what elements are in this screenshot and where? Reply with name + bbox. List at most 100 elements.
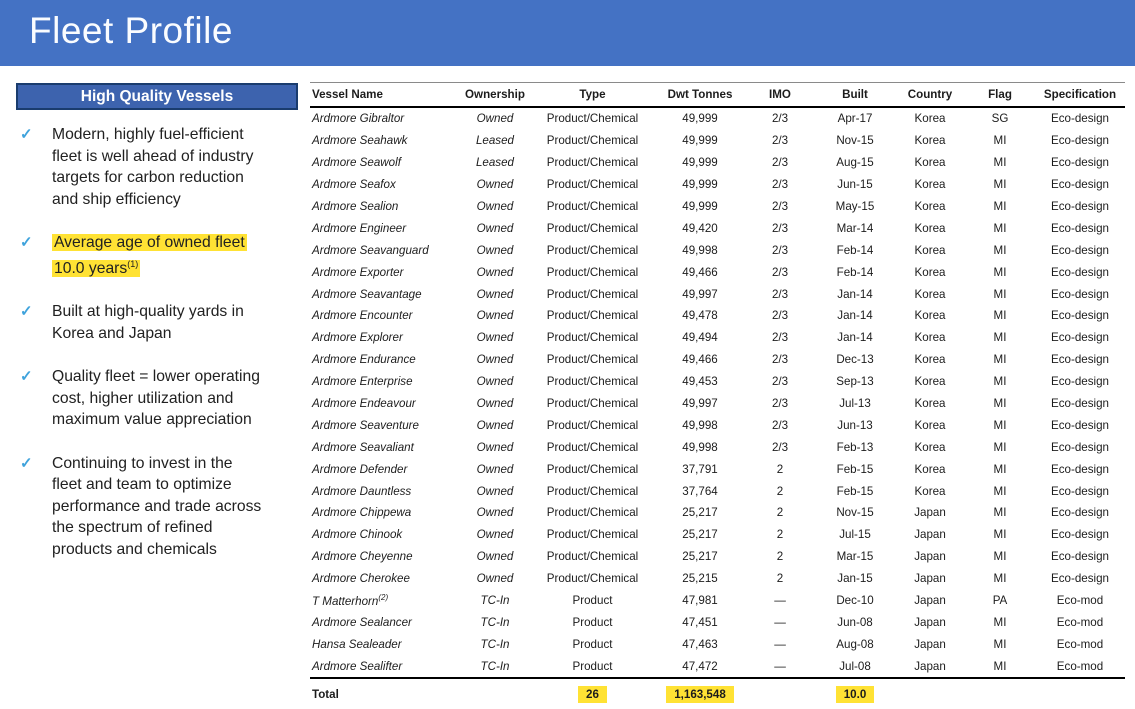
cell-flag: MI [993, 506, 1007, 520]
cell-country: Japan [914, 572, 946, 586]
cell-built: Jul-15 [839, 528, 871, 542]
cell-imo: 2/3 [771, 112, 789, 126]
cell-imo: 2/3 [771, 331, 789, 345]
cell-name: Ardmore Enterprise [312, 375, 413, 389]
col-header-ownership: Ownership [460, 82, 530, 108]
sidebar: High Quality Vessels ✓ Modern, highly fue… [16, 83, 298, 582]
table-header: Vessel Name Ownership Type Dwt Tonnes IM… [310, 82, 1125, 108]
cell-type: Product/Chemical [546, 375, 639, 389]
cell-type: Product/Chemical [546, 309, 639, 323]
table-row: Ardmore Seawolf Leased Product/Chemical 49,… [310, 152, 1125, 174]
cell-dwt: 49,999 [682, 200, 718, 213]
cell-country: Korea [914, 265, 946, 279]
cell-dwt: 49,999 [682, 156, 718, 170]
cell-country: Korea [914, 178, 946, 192]
cell-country: Korea [914, 462, 946, 476]
cell-imo: 2/3 [771, 178, 789, 192]
table-row: Ardmore Seafox Owned Product/Chemical 49,99… [310, 174, 1125, 196]
cell-built: Jan-14 [837, 287, 873, 301]
cell-dwt: 25,217 [682, 550, 718, 564]
table-row: Ardmore Seavanguard Owned Product/Chemical… [310, 239, 1125, 261]
cell-type: Product [572, 594, 613, 608]
cell-ownership: Owned [476, 221, 514, 235]
cell-imo: 2 [776, 462, 784, 476]
cell-dwt: 49,997 [682, 287, 718, 301]
cell-name: Hansa Sealeader [312, 637, 402, 651]
table-row: Ardmore Sealifter TC-In Product 47,472 — Jul-… [310, 655, 1125, 678]
table-row: Ardmore Enterprise Owned Product/Chemical 4… [310, 371, 1125, 393]
cell-imo: 2 [776, 550, 784, 564]
cell-spec: Eco-mod [1056, 637, 1104, 651]
cell-ownership: Owned [476, 506, 514, 520]
header-row: Vessel Name Ownership Type Dwt Tonnes IM… [310, 82, 1125, 108]
table-body: Ardmore Gibraltor Owned Product/Chemical 49… [310, 107, 1125, 678]
cell-ownership: Owned [476, 200, 514, 213]
cell-flag: MI [993, 178, 1007, 192]
col-header-dwt-tonnes: Dwt Tonnes [655, 82, 745, 108]
cell-flag: MI [993, 353, 1007, 367]
cell-spec: Eco-design [1050, 353, 1109, 367]
cell-flag: MI [993, 637, 1007, 651]
cell-type: Product/Chemical [546, 440, 639, 454]
cell-flag: MI [993, 221, 1007, 235]
cell-name: Ardmore Cherokee [312, 572, 410, 586]
cell-type: Product/Chemical [546, 200, 639, 213]
table-row: Ardmore Cherokee Owned Product/Chemical 25,… [310, 568, 1125, 590]
cell-country: Korea [914, 418, 946, 432]
cell-built: Feb-13 [836, 440, 874, 454]
cell-dwt: 49,997 [682, 397, 718, 411]
sidebar-header: High Quality Vessels [16, 83, 298, 110]
table-row: Ardmore Defender Owned Product/Chemical 37,… [310, 458, 1125, 480]
cell-imo: 2/3 [771, 418, 789, 432]
cell-flag: MI [993, 331, 1007, 345]
cell-built: Jan-15 [837, 572, 873, 586]
cell-built: Nov-15 [836, 506, 874, 520]
cell-spec: Eco-design [1050, 243, 1109, 257]
cell-flag: MI [993, 287, 1007, 301]
cell-ownership: Owned [476, 178, 514, 192]
cell-dwt: 37,764 [682, 484, 718, 498]
cell-built: Feb-14 [836, 265, 874, 279]
cell-spec: Eco-design [1050, 440, 1109, 454]
cell-spec: Eco-design [1050, 265, 1109, 279]
cell-ownership: Owned [476, 528, 514, 542]
cell-country: Korea [914, 484, 946, 498]
col-header-country: Country [895, 82, 965, 108]
cell-type: Product [572, 659, 613, 673]
cell-name: T Matterhorn(2) [312, 593, 389, 608]
cell-flag: MI [993, 200, 1007, 213]
cell-flag: PA [992, 594, 1008, 608]
cell-ownership: Leased [475, 134, 515, 148]
total-cell-empty [895, 677, 965, 709]
cell-flag: MI [993, 375, 1007, 389]
cell-built: Dec-10 [836, 594, 874, 608]
cell-spec: Eco-design [1050, 462, 1109, 476]
cell-built: Mar-14 [836, 221, 874, 235]
cell-flag: MI [993, 572, 1007, 586]
cell-imo: — [774, 594, 786, 608]
cell-spec: Eco-design [1050, 200, 1109, 213]
cell-dwt: 49,453 [682, 375, 718, 389]
cell-dwt: 47,472 [682, 659, 718, 673]
cell-dwt: 25,215 [682, 572, 718, 586]
cell-country: Japan [914, 594, 946, 608]
cell-country: Korea [914, 156, 946, 170]
cell-ownership: Owned [476, 418, 514, 432]
cell-name: Ardmore Chippewa [312, 506, 412, 520]
check-icon: ✓ [20, 126, 33, 143]
cell-name: Ardmore Endurance [312, 353, 416, 367]
cell-name: Ardmore Seavaliant [312, 440, 414, 454]
cell-country: Korea [914, 134, 946, 148]
cell-flag: MI [993, 550, 1007, 564]
cell-spec: Eco-mod [1056, 594, 1104, 608]
cell-dwt: 25,217 [682, 528, 718, 542]
cell-name: Ardmore Seahawk [312, 134, 408, 148]
cell-ownership: Owned [476, 397, 514, 411]
cell-imo: 2 [776, 572, 784, 586]
cell-ownership: Owned [476, 243, 514, 257]
cell-spec: Eco-design [1050, 221, 1109, 235]
cell-country: Korea [914, 287, 946, 301]
col-header-type: Type [530, 82, 655, 108]
cell-type: Product/Chemical [546, 243, 639, 257]
cell-name: Ardmore Cheyenne [312, 550, 413, 564]
